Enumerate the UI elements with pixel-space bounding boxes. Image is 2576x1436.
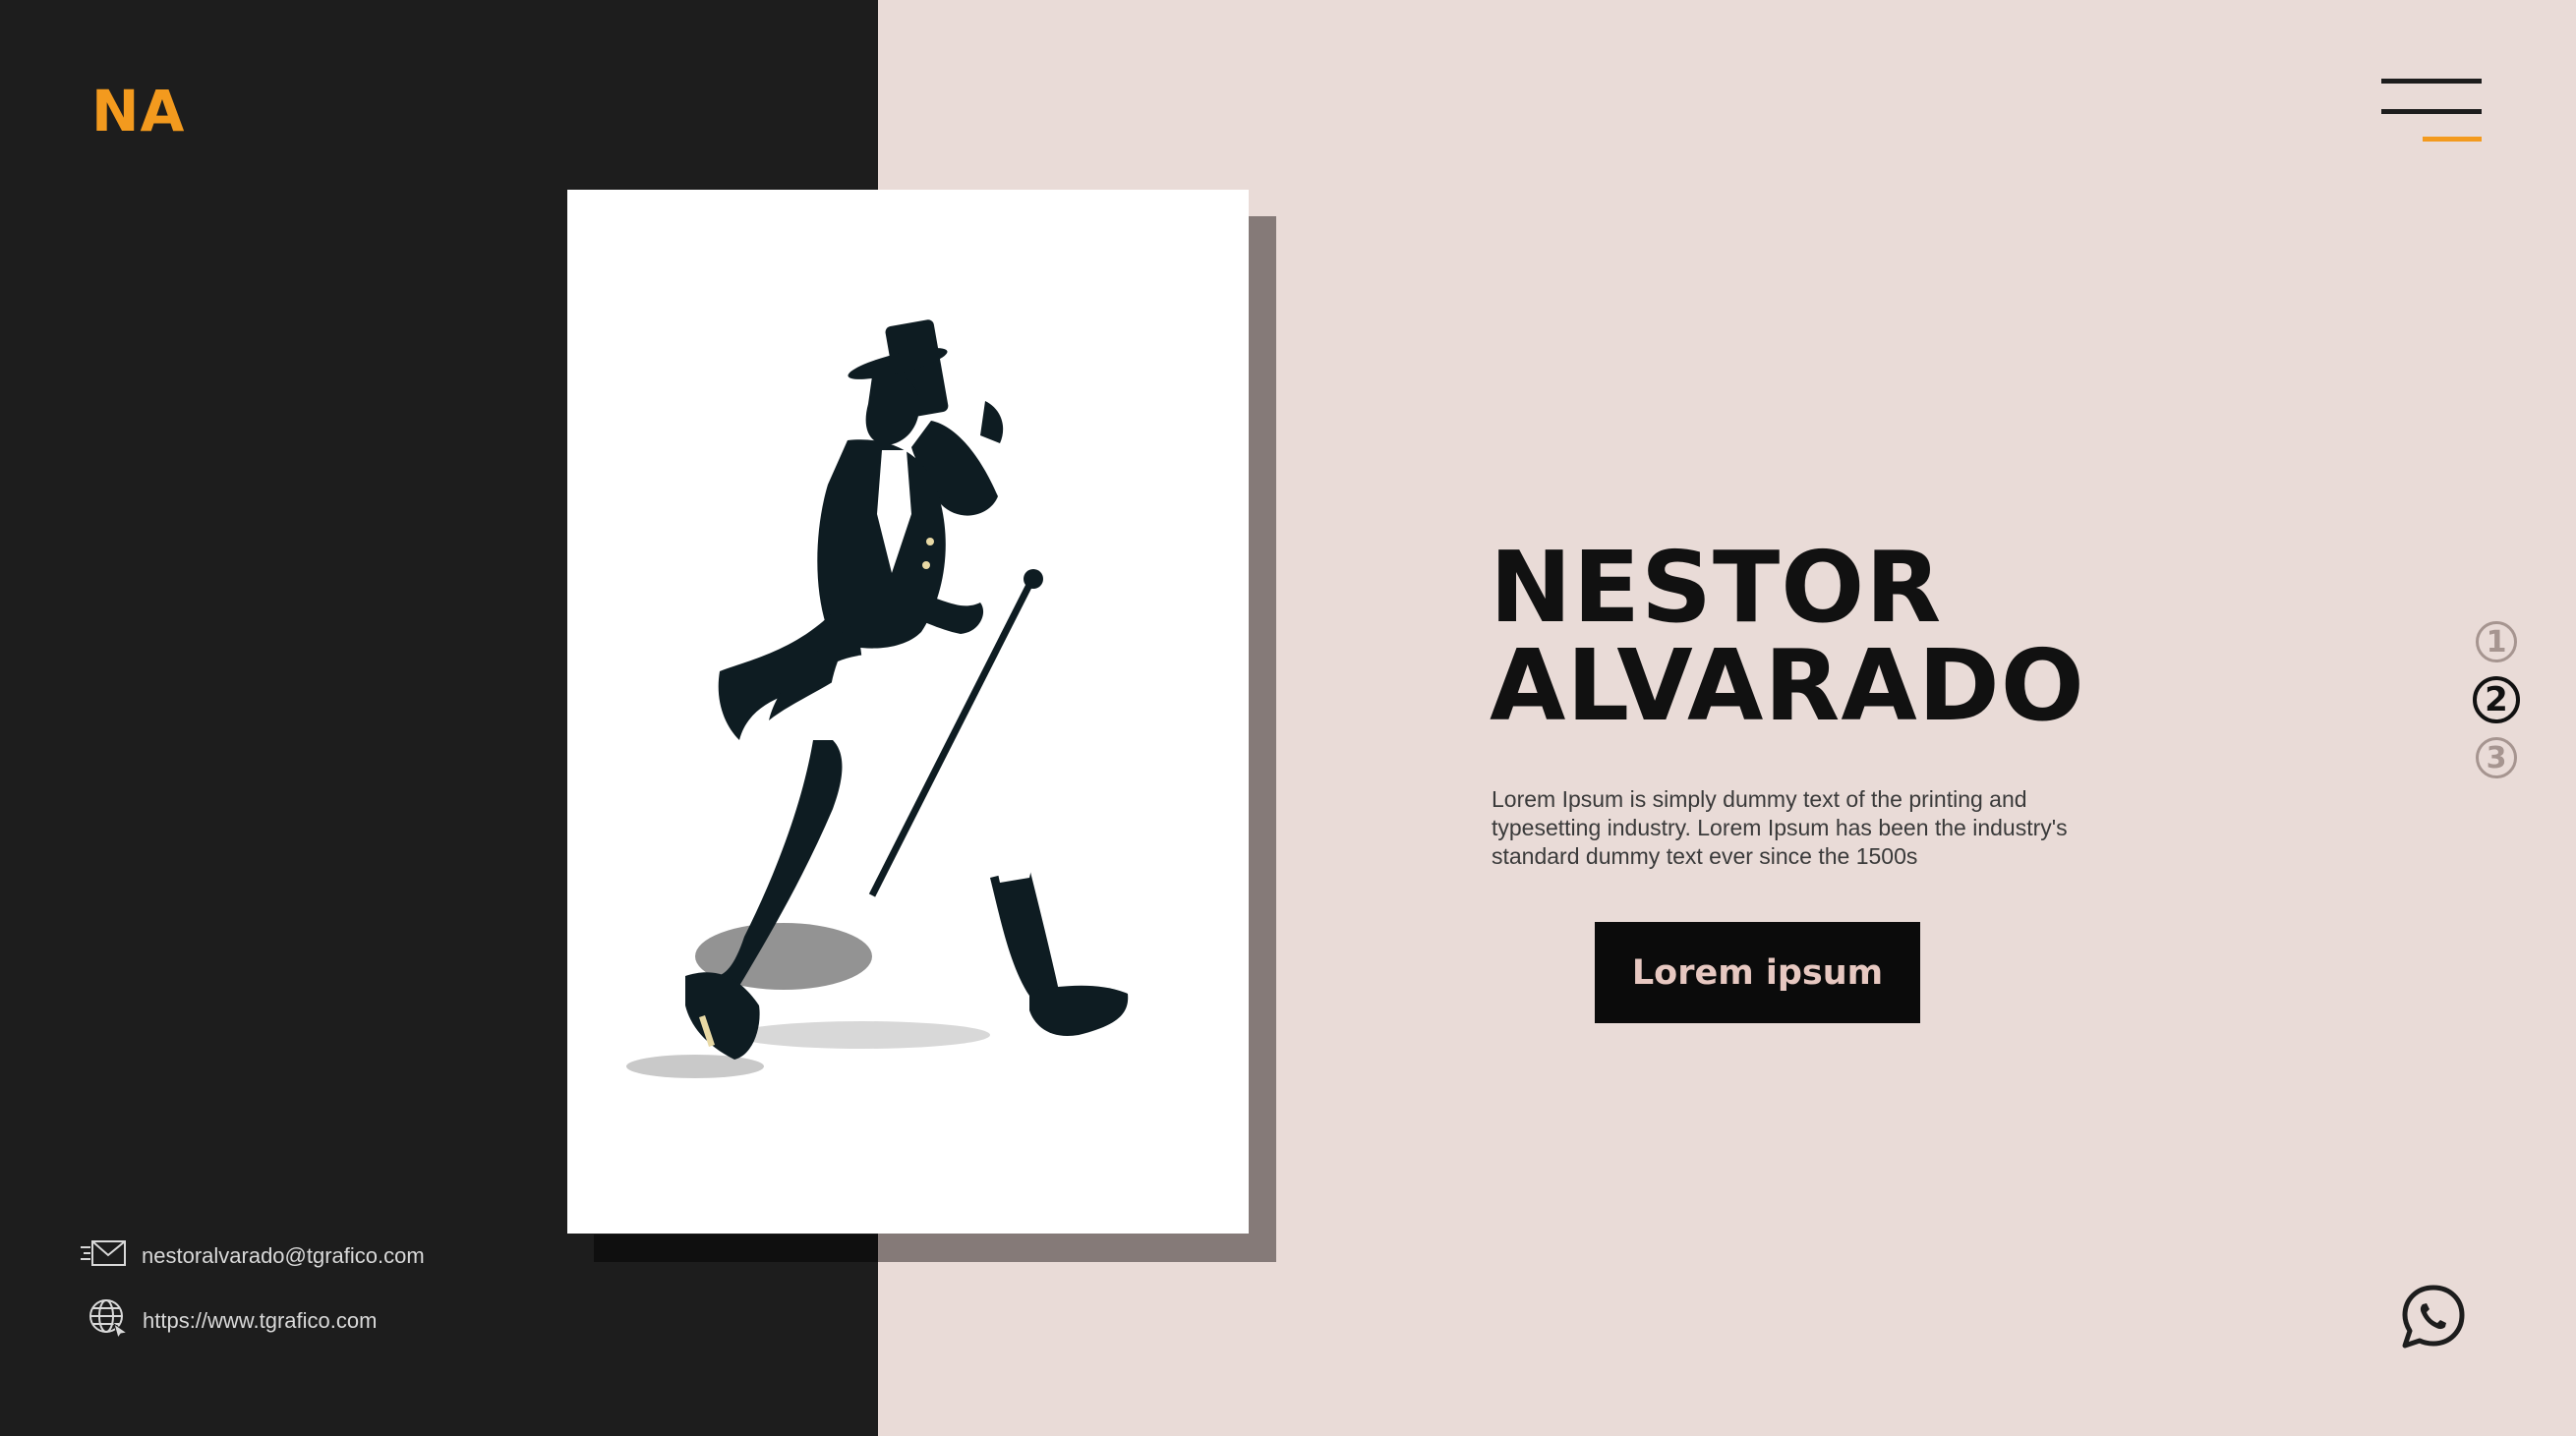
pager-item-2[interactable]: 2 [2473,676,2520,723]
contact-email[interactable]: nestoralvarado@tgrafico.com [79,1238,425,1273]
pager-item-3[interactable]: 3 [2476,737,2517,778]
menu-bar [2381,109,2482,114]
hero-description: Lorem Ipsum is simply dummy text of the … [1492,786,2068,869]
contact-website-text: https://www.tgrafico.com [143,1307,378,1333]
card-shadow-dark [594,1235,878,1262]
walking-gentleman-illustration [626,319,1129,1078]
pager-item-1[interactable]: 1 [2476,621,2517,662]
menu-bar-accent [2423,137,2482,142]
page-title: NESTOR ALVARADO [1490,539,2085,735]
contact-email-text: nestoralvarado@tgrafico.com [142,1242,425,1268]
cta-button[interactable]: Lorem ipsum [1595,922,1920,1023]
hamburger-menu-icon[interactable] [2381,77,2486,145]
brand-logo[interactable]: NA [91,77,185,145]
title-first-name: NESTOR [1490,530,1943,645]
contact-website[interactable]: https://www.tgrafico.com [88,1297,377,1344]
mail-icon [79,1238,128,1273]
portfolio-image-card [567,190,1249,1234]
title-last-name: ALVARADO [1490,628,2085,743]
menu-bar [2381,79,2482,84]
globe-icon [88,1297,129,1344]
whatsapp-icon[interactable] [2399,1283,2468,1351]
